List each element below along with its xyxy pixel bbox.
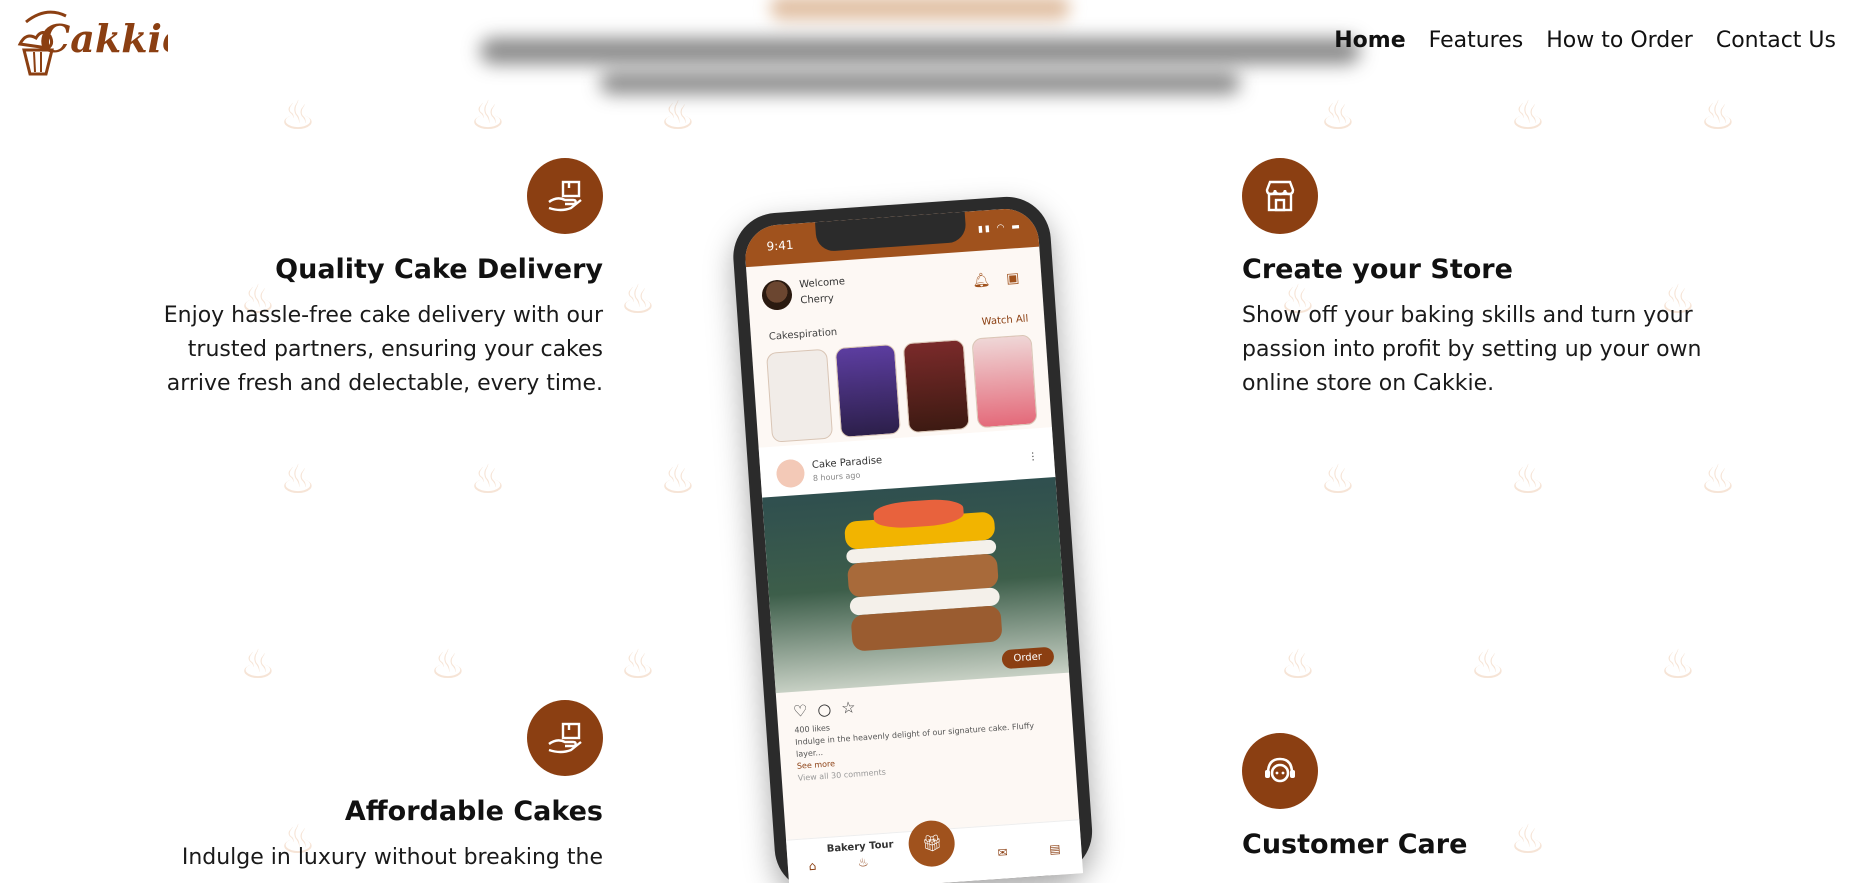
- star-icon[interactable]: ☆: [841, 698, 857, 718]
- feature-description: Show off your baking skills and turn you…: [1242, 303, 1702, 396]
- watch-all-link[interactable]: Watch All: [981, 314, 1028, 328]
- order-button[interactable]: Order: [1000, 646, 1055, 670]
- nav-home[interactable]: Home: [1334, 28, 1405, 53]
- feature-description: Indulge in luxury without breaking the: [181, 845, 603, 870]
- cakespiration-thumb[interactable]: [971, 334, 1038, 429]
- support-agent-icon: [1265, 757, 1295, 783]
- nav-features[interactable]: Features: [1429, 28, 1524, 53]
- cupcake-doodle-icon: ♨: [280, 457, 316, 503]
- app-phone-mockup: 9:41 ▮▮ ◠ ▬ Welcome Cherry 🔔︎ ▣ Cakespir…: [730, 193, 1130, 883]
- phone-notch: [815, 211, 967, 253]
- cupcake-doodle-icon: ♨: [620, 277, 656, 323]
- cupcake-doodle-icon: ♨: [1700, 93, 1736, 139]
- wallet-icon[interactable]: ▣: [1006, 270, 1028, 287]
- cupcake-doodle-icon: ♨: [470, 93, 506, 139]
- post-author-avatar[interactable]: [775, 458, 806, 489]
- feature-icon-badge: [1242, 733, 1318, 809]
- heart-icon[interactable]: ♡: [792, 701, 808, 721]
- main-nav: Home Features How to Order Contact Us: [1334, 28, 1836, 53]
- delivery-hand-icon: [548, 180, 582, 212]
- chats-tab-icon[interactable]: ✉: [997, 845, 1008, 860]
- feature-title: Customer Care: [1242, 829, 1468, 860]
- orders-tab-icon[interactable]: ▤: [1049, 841, 1061, 856]
- feature-icon-badge: [527, 158, 603, 234]
- cake-photo: Order: [762, 477, 1070, 694]
- more-vertical-icon[interactable]: ⋮: [1028, 451, 1039, 463]
- cupcake-doodle-icon: ♨: [1320, 457, 1356, 503]
- gift-icon: 🎁︎: [921, 832, 943, 854]
- cupcake-doodle-icon: ♨: [660, 93, 696, 139]
- brand-name: Cakkie: [40, 16, 168, 61]
- cupcake-doodle-icon: ♨: [1470, 642, 1506, 688]
- cupcake-doodle-icon: ♨: [1320, 93, 1356, 139]
- store-icon: [1265, 180, 1295, 212]
- cupcake-doodle-icon: ♨: [1700, 457, 1736, 503]
- feature-customer-care: Customer Care: [1242, 733, 1702, 874]
- feature-icon-badge: [1242, 158, 1318, 234]
- cakespiration-thumb[interactable]: [766, 348, 833, 443]
- feature-title: Affordable Cakes: [344, 796, 603, 827]
- phone-frame: 9:41 ▮▮ ◠ ▬ Welcome Cherry 🔔︎ ▣ Cakespir…: [730, 193, 1096, 883]
- cupcake-doodle-icon: ♨: [280, 93, 316, 139]
- cupcake-doodle-icon: ♨: [1660, 642, 1696, 688]
- cupcake-doodle-icon: ♨: [240, 642, 276, 688]
- cakespiration-thumb[interactable]: [834, 343, 901, 438]
- blurred-hero-text: [470, 0, 1370, 96]
- cupcake-doodle-icon: ♨: [1510, 93, 1546, 139]
- cakespiration-thumb[interactable]: [902, 339, 970, 434]
- cake-tab-icon[interactable]: ♨: [857, 855, 869, 870]
- cupcake-doodle-icon: ♨: [470, 457, 506, 503]
- nav-contact-us[interactable]: Contact Us: [1716, 28, 1836, 53]
- cupcake-doodle-icon: ♨: [430, 642, 466, 688]
- phone-screen: 9:41 ▮▮ ◠ ▬ Welcome Cherry 🔔︎ ▣ Cakespir…: [743, 206, 1084, 883]
- signal-wifi-battery-icon: ▮▮ ◠ ▬: [977, 221, 1023, 235]
- comment-icon[interactable]: ○: [817, 699, 832, 719]
- feature-affordable-cakes: Affordable Cakes Indulge in luxury witho…: [140, 700, 603, 875]
- feature-create-your-store: Create your Store Show off your baking s…: [1242, 158, 1702, 401]
- feature-icon-badge: [527, 700, 603, 776]
- home-tab-icon[interactable]: ⌂: [808, 858, 817, 872]
- feature-description: Enjoy hassle-free cake delivery with our…: [163, 303, 603, 396]
- nav-how-to-order[interactable]: How to Order: [1546, 28, 1693, 53]
- status-time: 9:41: [766, 237, 794, 254]
- cupcake-doodle-icon: ♨: [1510, 457, 1546, 503]
- cupcake-doodle-icon: ♨: [620, 642, 656, 688]
- shop-tab-button[interactable]: 🎁︎: [907, 818, 957, 868]
- user-avatar[interactable]: [760, 279, 794, 312]
- cupcake-doodle-icon: ♨: [660, 457, 696, 503]
- cupcake-doodle-icon: ♨: [1280, 642, 1316, 688]
- next-post-author: Bakery Tour: [826, 839, 894, 855]
- brand-logo[interactable]: Cakkie: [6, 2, 186, 82]
- cupcake-logo-icon: Cakkie: [17, 10, 186, 76]
- feature-quality-cake-delivery: Quality Cake Delivery Enjoy hassle-free …: [140, 158, 603, 401]
- delivery-hand-icon: [548, 722, 582, 754]
- bell-icon[interactable]: 🔔︎: [972, 272, 999, 290]
- app-tab-bar: Bakery Tour ⌂ ♨ 🎁︎ ✉ ▤: [786, 818, 1084, 883]
- feature-title: Quality Cake Delivery: [275, 254, 603, 285]
- section-title: Cakespiration: [768, 326, 838, 343]
- feature-title: Create your Store: [1242, 254, 1513, 285]
- site-header: Cakkie Home Features How to Order Contac…: [0, 0, 1852, 96]
